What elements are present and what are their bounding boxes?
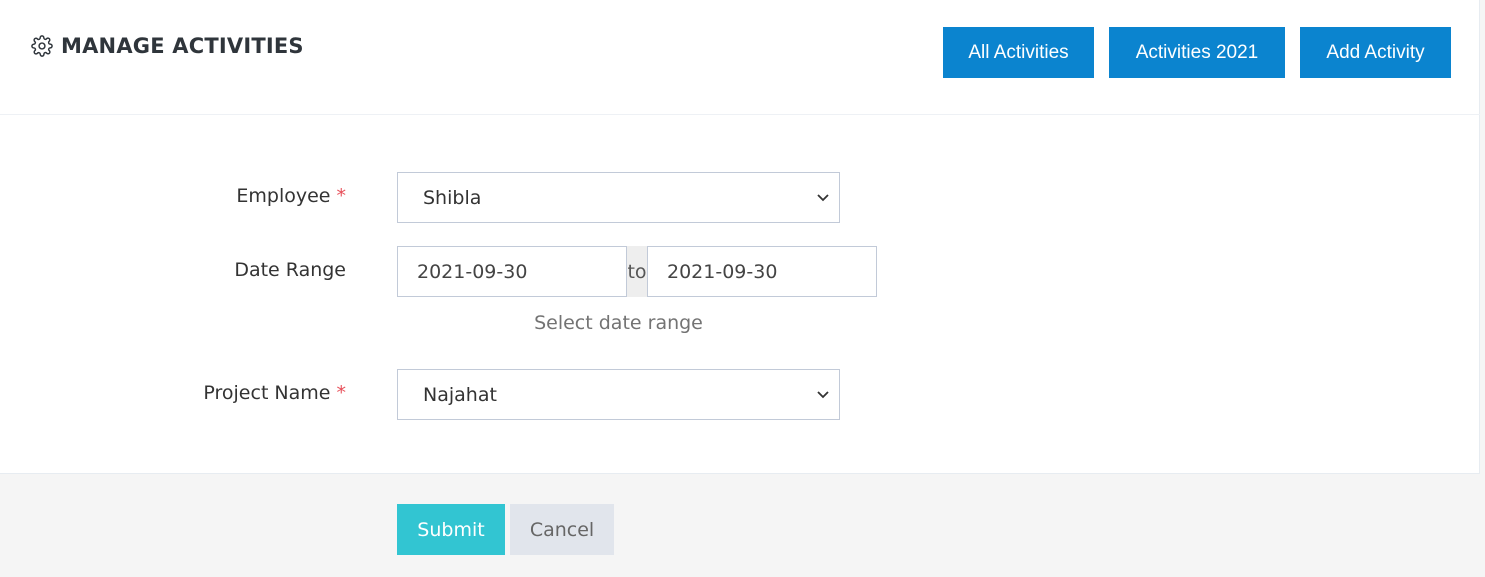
employee-select[interactable]: Shibla — [397, 172, 840, 223]
date-range-label: Date Range — [234, 259, 346, 281]
page-title: MANAGE ACTIVITIES — [31, 34, 304, 58]
required-mark: * — [336, 382, 347, 404]
employee-select-value: Shibla — [423, 186, 482, 209]
project-name-label: Project Name * — [203, 382, 346, 404]
activities-2021-button[interactable]: Activities 2021 — [1109, 27, 1285, 78]
manage-activities-panel: MANAGE ACTIVITIES All Activities Activit… — [0, 0, 1480, 577]
project-name-label-text: Project Name — [203, 382, 331, 404]
chevron-down-icon — [817, 194, 829, 202]
date-from-input[interactable]: 2021-09-30 — [397, 246, 627, 297]
panel-header: MANAGE ACTIVITIES All Activities Activit… — [0, 0, 1480, 115]
submit-button[interactable]: Submit — [397, 504, 505, 555]
cancel-button[interactable]: Cancel — [510, 504, 614, 555]
page-title-text: MANAGE ACTIVITIES — [61, 34, 304, 58]
date-to-input[interactable]: 2021-09-30 — [647, 246, 877, 297]
project-name-select[interactable]: Najahat — [397, 369, 840, 420]
form-actions-bar — [0, 473, 1480, 577]
date-range-help-text: Select date range — [534, 312, 703, 334]
employee-label: Employee * — [236, 185, 346, 207]
required-mark: * — [336, 185, 347, 207]
gear-icon — [31, 35, 53, 57]
project-name-select-value: Najahat — [423, 383, 497, 406]
date-range-separator: to — [627, 246, 647, 297]
chevron-down-icon — [817, 391, 829, 399]
all-activities-button[interactable]: All Activities — [943, 27, 1094, 78]
add-activity-button[interactable]: Add Activity — [1300, 27, 1451, 78]
employee-label-text: Employee — [236, 185, 331, 207]
